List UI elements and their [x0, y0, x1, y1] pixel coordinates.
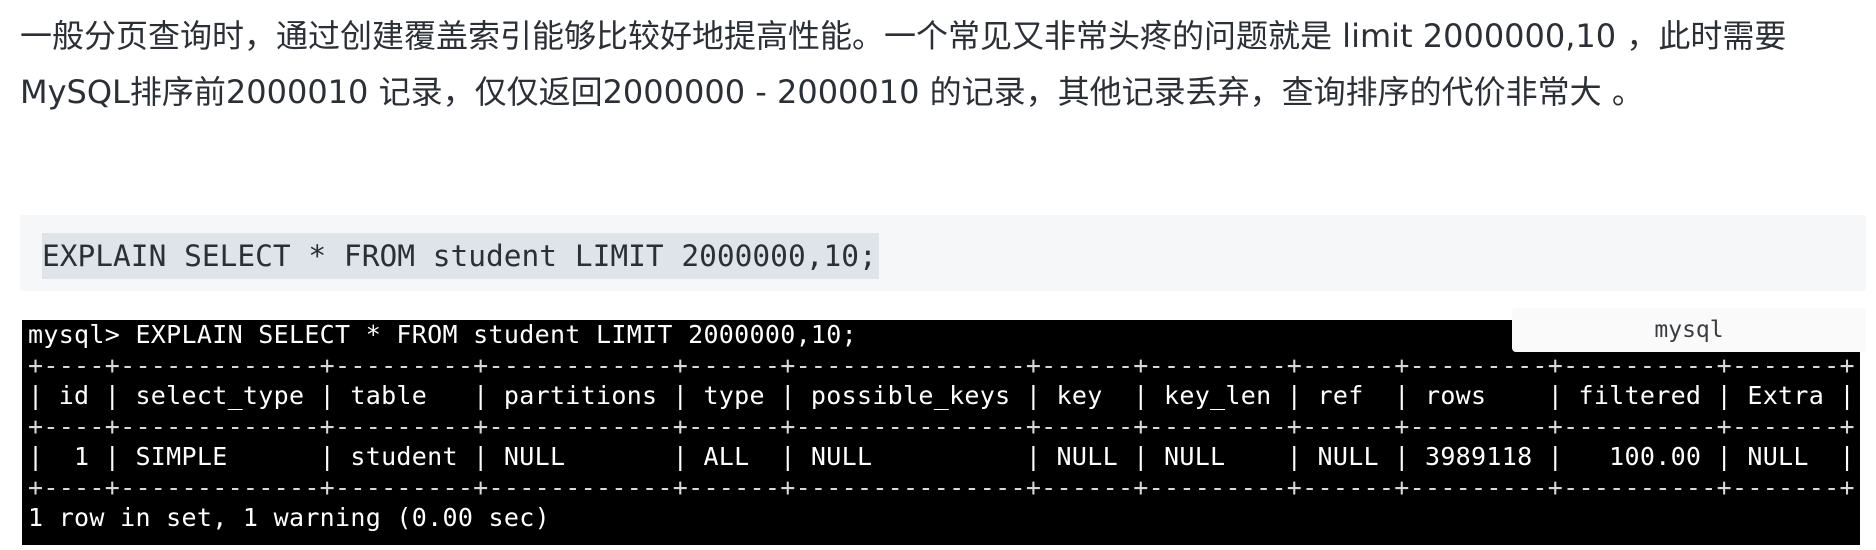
terminal-screenshot: mysql> EXPLAIN SELECT * FROM student LIM… — [22, 320, 1860, 545]
sql-code-text[interactable]: EXPLAIN SELECT * FROM student LIMIT 2000… — [42, 233, 879, 279]
table-header-row: | id | select_type | table | partitions … — [28, 381, 1855, 410]
table-border-bottom: +----+-------------+---------+----------… — [28, 472, 1855, 502]
terminal-output: mysql> EXPLAIN SELECT * FROM student LIM… — [28, 320, 1855, 534]
table-border-middle: +----+-------------+---------+----------… — [28, 411, 1855, 441]
code-language-label[interactable]: mysql — [1512, 308, 1866, 352]
table-border-top: +----+-------------+---------+----------… — [28, 350, 1855, 380]
article-paragraph: 一般分页查询时，通过创建覆盖索引能够比较好地提高性能。一个常见又非常头疼的问题就… — [20, 17, 1787, 111]
sql-code-block: EXPLAIN SELECT * FROM student LIMIT 2000… — [20, 215, 1866, 291]
terminal-footer: 1 row in set, 1 warning (0.00 sec) — [28, 503, 550, 532]
table-row: | 1 | SIMPLE | student | NULL | ALL | NU… — [28, 442, 1855, 471]
